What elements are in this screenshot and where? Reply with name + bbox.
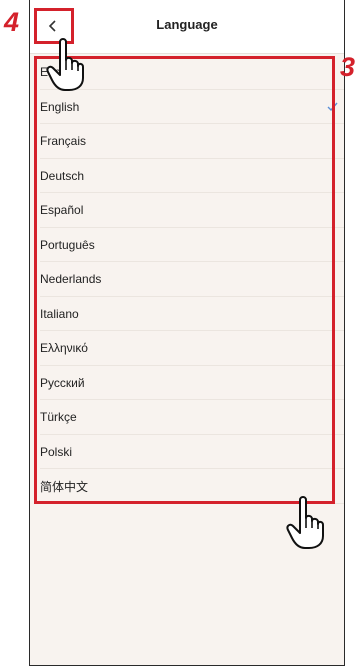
pointing-hand-icon (46, 38, 84, 91)
pointing-hand-icon (286, 496, 324, 549)
step-4-label: 4 (4, 7, 20, 37)
page-title: Language (156, 17, 218, 32)
list-highlight-box (34, 56, 335, 504)
step-3-label: 3 (340, 52, 356, 82)
